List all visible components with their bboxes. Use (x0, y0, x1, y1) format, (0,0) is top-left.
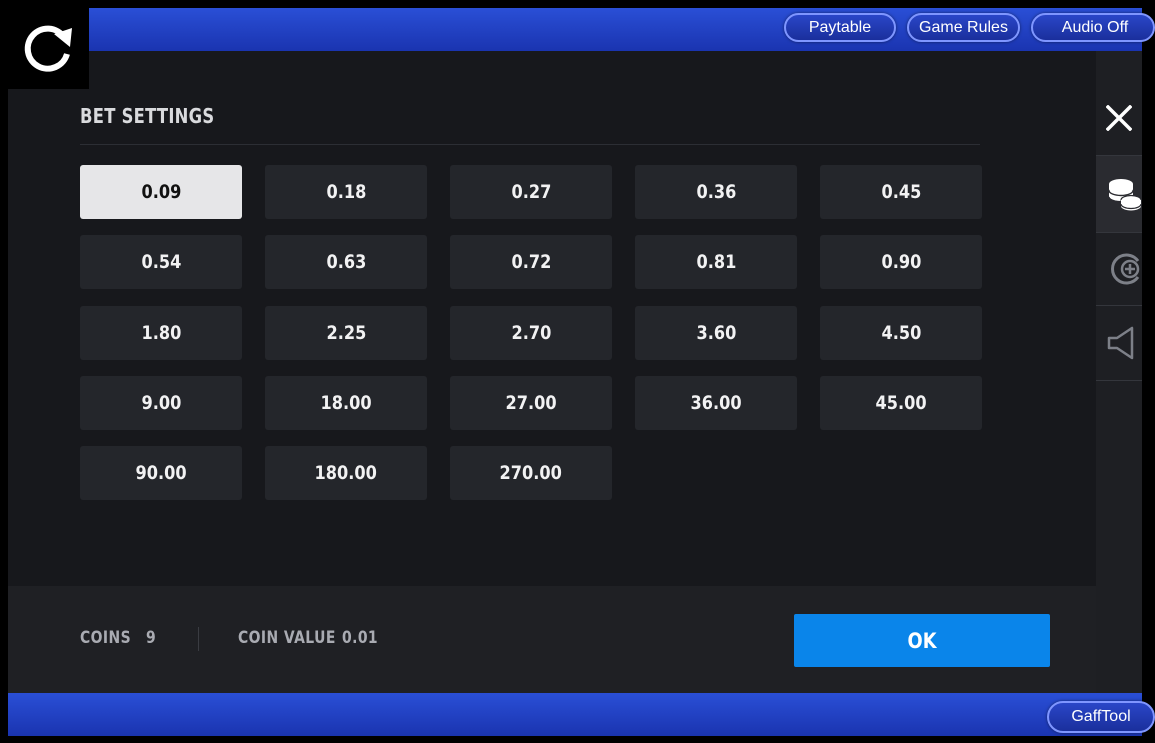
ok-button[interactable]: OK (794, 614, 1050, 667)
bet-option-button[interactable]: 2.70 (450, 306, 612, 360)
bet-option-label: 18.00 (320, 392, 372, 414)
bet-option-button[interactable]: 0.18 (265, 165, 427, 219)
coins-value: 9 (146, 628, 157, 648)
bet-option-label: 3.60 (696, 322, 736, 344)
bet-option-label: 270.00 (499, 462, 563, 484)
bet-option-button[interactable]: 90.00 (80, 446, 242, 500)
bet-option-button[interactable]: 36.00 (635, 376, 797, 430)
page-title: BET SETTINGS (80, 104, 215, 128)
bet-option-label: 90.00 (135, 462, 187, 484)
autoplay-icon (1111, 253, 1140, 285)
bet-option-label: 45.00 (875, 392, 927, 414)
paytable-button[interactable]: Paytable (784, 13, 896, 42)
autoplay-tab[interactable] (1096, 233, 1142, 305)
ok-button-label: OK (907, 628, 937, 653)
bet-option-button[interactable]: 0.63 (265, 235, 427, 289)
bet-option-button[interactable]: 2.25 (265, 306, 427, 360)
bet-option-button[interactable]: 0.54 (80, 235, 242, 289)
summary-divider (198, 627, 199, 651)
coins-label: COINS (80, 628, 132, 648)
bet-option-button[interactable]: 9.00 (80, 376, 242, 430)
bet-settings-tab[interactable] (1096, 156, 1142, 232)
bet-option-button[interactable]: 18.00 (265, 376, 427, 430)
bet-option-button[interactable]: 270.00 (450, 446, 612, 500)
bet-option-button[interactable]: 45.00 (820, 376, 982, 430)
bet-option-button[interactable]: 0.27 (450, 165, 612, 219)
reload-icon (24, 25, 72, 72)
reload-button[interactable] (8, 8, 89, 89)
sidebar-divider (1096, 380, 1142, 381)
bet-option-button[interactable]: 0.36 (635, 165, 797, 219)
bet-option-label: 0.63 (326, 251, 366, 273)
bet-option-label: 1.80 (141, 322, 181, 344)
bet-option-label: 0.81 (696, 251, 736, 273)
bet-option-label: 27.00 (505, 392, 557, 414)
bet-option-label: 0.72 (511, 251, 551, 273)
close-icon (1106, 104, 1132, 131)
bet-option-label: 36.00 (690, 392, 742, 414)
coin-value: 0.01 (342, 628, 379, 648)
bet-option-label: 4.50 (881, 322, 921, 344)
bet-option-label: 0.90 (881, 251, 921, 273)
close-button[interactable] (1096, 80, 1142, 155)
title-divider (80, 144, 980, 145)
coins-icon (1108, 179, 1141, 211)
bet-option-label: 0.27 (511, 181, 551, 203)
bet-option-label: 0.54 (141, 251, 181, 273)
bet-option-button[interactable]: 27.00 (450, 376, 612, 430)
bet-option-button[interactable]: 0.09 (80, 165, 242, 219)
bet-option-button[interactable]: 4.50 (820, 306, 982, 360)
game-rules-button[interactable]: Game Rules (907, 13, 1020, 42)
bet-option-button[interactable]: 0.45 (820, 165, 982, 219)
bet-option-button[interactable]: 180.00 (265, 446, 427, 500)
bet-option-label: 0.09 (141, 181, 181, 203)
gafftool-button[interactable]: GaffTool (1047, 701, 1155, 733)
bet-option-label: 2.70 (511, 322, 551, 344)
bet-option-label: 0.45 (881, 181, 921, 203)
bet-option-button[interactable]: 3.60 (635, 306, 797, 360)
game-screen: Paytable Game Rules Audio Off BET SETTIN… (0, 0, 1155, 743)
bet-option-label: 9.00 (141, 392, 181, 414)
sound-tab[interactable] (1096, 306, 1142, 380)
coin-value-label: COIN VALUE (238, 628, 336, 648)
bet-option-label: 0.18 (326, 181, 366, 203)
bet-option-button[interactable]: 1.80 (80, 306, 242, 360)
bet-option-button[interactable]: 0.72 (450, 235, 612, 289)
bet-option-label: 2.25 (326, 322, 366, 344)
bet-option-label: 180.00 (314, 462, 378, 484)
bet-option-label: 0.36 (696, 181, 736, 203)
bet-option-button[interactable]: 0.81 (635, 235, 797, 289)
bet-option-button[interactable]: 0.90 (820, 235, 982, 289)
bottom-bar (8, 693, 1142, 736)
audio-off-button[interactable]: Audio Off (1031, 13, 1155, 42)
speaker-icon (1107, 326, 1134, 360)
